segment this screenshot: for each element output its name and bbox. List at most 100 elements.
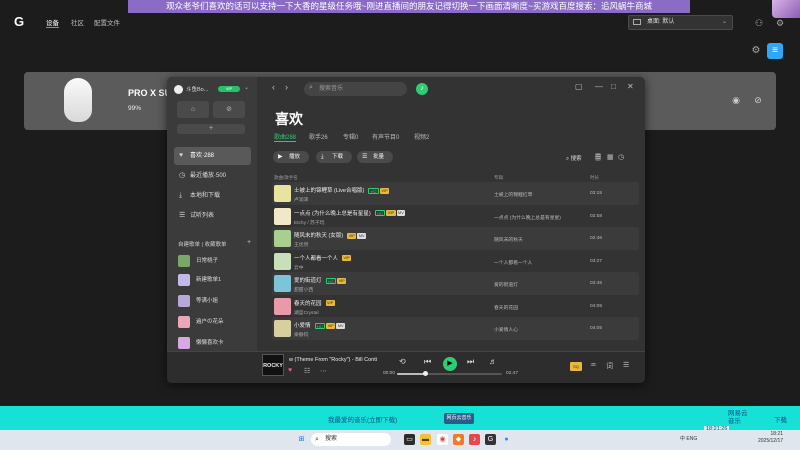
batch-button[interactable]: ☰ 批量 (357, 151, 393, 163)
taskbar-clock[interactable]: 18:21 2025/12/17 (758, 431, 783, 445)
taskbar-search[interactable]: ⌕ 搜索 (311, 433, 391, 446)
lyrics-icon[interactable]: 词 (606, 361, 613, 371)
song-row[interactable]: 士被上的锦鲤草 (Live合唱版) HQ VIP 卢润泽 士被上的锦鲤红草 03:15 (272, 182, 639, 205)
disable-icon[interactable]: ⊘ (752, 94, 764, 106)
volume-icon[interactable]: ♬ (489, 357, 497, 366)
now-playing-title[interactable]: w (Theme From "Rocky") - Bill Conti (289, 357, 377, 363)
ad-button[interactable]: 网页云音乐 (444, 413, 474, 424)
song-row[interactable]: 随风未的秋天 (女版) VIP MV 王优然 随风未的秋天 02:46 (272, 227, 639, 250)
progress-handle[interactable] (422, 371, 428, 376)
ad-text[interactable]: 我最爱的音乐(立即下载) (328, 414, 397, 424)
play-all-button[interactable]: ▶ 播放 (273, 151, 309, 163)
song-artist[interactable]: 卢润泽 (294, 196, 308, 203)
sidebar-item-local[interactable]: ⤓ 本地和下载 (174, 187, 251, 205)
sort-icon[interactable]: ◷ (618, 153, 624, 161)
sidebar-item-recent[interactable]: ◷ 最近播放·500 (174, 167, 251, 185)
list-view-icon[interactable]: ☰ (595, 153, 602, 161)
song-artist[interactable]: 云中 (294, 264, 304, 271)
song-album[interactable]: 一个人都看一个人 (494, 259, 532, 266)
song-artist[interactable]: 王优然 (294, 241, 308, 248)
system-tray[interactable]: 中 ENG (680, 435, 697, 442)
gear-icon[interactable]: ⚙ (748, 43, 764, 59)
list-search-button[interactable]: ⌕ 搜索 (566, 154, 582, 163)
block-button[interactable]: ⊘ (213, 101, 245, 118)
ad-download-label[interactable]: 下载 (774, 414, 787, 424)
playlist-label: 等满小姐 (196, 298, 219, 304)
search-input[interactable] (319, 83, 403, 95)
tab-albums[interactable]: 专辑0 (343, 132, 358, 141)
next-icon[interactable]: ⏭ (467, 357, 474, 367)
quality-badge[interactable]: SQ (570, 362, 582, 371)
nav-devices[interactable]: 设备 (46, 17, 59, 28)
ghub-icon[interactable]: G (485, 434, 496, 445)
task-view-icon[interactable]: ▭ (404, 434, 415, 445)
song-album[interactable]: 爱的街道灯 (494, 281, 518, 288)
effects-icon[interactable]: ♒ (590, 361, 596, 369)
nav-profiles[interactable]: 配置文件 (94, 17, 120, 27)
song-album[interactable]: 小爱情人心 (494, 326, 518, 333)
windows-start-icon[interactable]: ⊞ (296, 434, 307, 445)
sidebar-item-liked[interactable]: ♥ 喜欢·288 (174, 147, 251, 165)
add-button[interactable]: + (177, 124, 245, 134)
nav-community[interactable]: 社区 (71, 17, 84, 27)
profile-select[interactable]: 桌面: 默认 ⌄ (628, 15, 733, 30)
playlist-item[interactable]: 懒懒喜欢卡 (178, 336, 224, 350)
song-artist[interactable]: 梁静钧 (294, 331, 308, 338)
file-explorer-icon[interactable]: ▬ (420, 434, 431, 445)
sidebar-item-trial[interactable]: ☰ 试听列表 (174, 207, 251, 225)
song-row[interactable]: 爱的街道灯 HQ VIP 甜甜小西 爱的街道灯 03:45 (272, 272, 639, 295)
list-view-icon[interactable]: ≡ (767, 43, 783, 59)
ad-right-label[interactable]: 网易云 音乐 (728, 410, 748, 426)
forward-arrow-icon[interactable]: › (285, 82, 288, 92)
tab-videos[interactable]: 视频2 (414, 132, 429, 141)
dpi-icon[interactable]: ◉ (730, 94, 742, 106)
avatar[interactable] (174, 85, 183, 94)
app-icon[interactable]: ◆ (453, 434, 464, 445)
now-playing-cover[interactable]: ROCKY (262, 354, 284, 376)
user-icon[interactable]: ⚇ (752, 16, 766, 30)
chevron-down-icon[interactable]: ⌄ (244, 84, 249, 91)
song-row[interactable]: 一个人都看一个人 VIP 云中 一个人都看一个人 03:27 (272, 250, 639, 273)
maximize-icon[interactable]: □ (611, 82, 616, 91)
playlist-item[interactable]: 日常桃子 (178, 254, 218, 268)
playlists-header[interactable]: 自建歌单 | 收藏歌单 (178, 240, 227, 248)
previous-icon[interactable]: ⏮ (424, 357, 431, 367)
home-button[interactable]: ⌂ (177, 101, 209, 118)
add-playlist-icon[interactable]: + (247, 239, 251, 246)
skin-icon[interactable]: ▢ (575, 82, 583, 91)
playlist-item[interactable]: 新建歌单1 (178, 273, 221, 287)
app-icon[interactable]: ● (501, 434, 512, 445)
song-album[interactable]: 一点点 (为什么晚上总是有星星) (494, 214, 561, 221)
user-name[interactable]: 斗鱼Bo... (186, 85, 208, 93)
song-album[interactable]: 春天的花园 (494, 304, 518, 311)
song-row[interactable]: 小爱情 HQ VIP MV 梁静钧 小爱情人心 04:05 (272, 317, 639, 340)
profile-select-value: 桌面: 默认 (647, 19, 675, 25)
song-row[interactable]: 一点点 (为什么晚上总是有星星) HQ VIP MV Etchy / 苏子玩 一点点 (为… (272, 205, 639, 228)
settings-icon[interactable]: ⚙ (773, 16, 787, 30)
song-artist[interactable]: 甜甜小西 (294, 286, 313, 293)
music-logo-icon[interactable]: ♪ (416, 83, 428, 95)
chrome-icon[interactable]: ◉ (437, 434, 448, 445)
tab-audio[interactable]: 有声节目0 (372, 132, 399, 141)
back-arrow-icon[interactable]: ‹ (272, 82, 275, 92)
song-album[interactable]: 随风未的秋天 (494, 236, 523, 243)
download-button[interactable]: ⤓ 下载 (316, 151, 352, 163)
music-app-icon[interactable]: ♪ (469, 434, 480, 445)
minimize-icon[interactable]: — (595, 82, 603, 91)
song-album[interactable]: 士被上的锦鲤红草 (494, 191, 532, 198)
song-artist[interactable]: Etchy / 苏子玩 (294, 219, 324, 226)
song-row[interactable]: 春天的花园 VIP 湖蓝Crystal 春天的花园 04:05 (272, 295, 639, 318)
heart-icon[interactable]: ♥ (288, 367, 292, 374)
tab-singers[interactable]: 歌手26 (309, 132, 328, 141)
song-artist[interactable]: 湖蓝Crystal (294, 309, 319, 316)
more-icon[interactable]: ⋯ (320, 367, 327, 375)
playlist-queue-icon[interactable]: ☰ (623, 361, 629, 369)
loop-icon[interactable]: ⟲ (399, 357, 406, 366)
playlist-item[interactable]: 等满小姐 (178, 294, 218, 308)
close-icon[interactable]: ✕ (627, 82, 634, 91)
grid-view-icon[interactable]: ▦ (607, 153, 614, 161)
playlist-item[interactable]: 遍户の花朵 (178, 315, 224, 329)
play-button[interactable]: ▶ (443, 357, 457, 371)
comment-icon[interactable]: ☷ (304, 367, 310, 375)
tab-songs[interactable]: 歌曲288 (274, 132, 297, 142)
